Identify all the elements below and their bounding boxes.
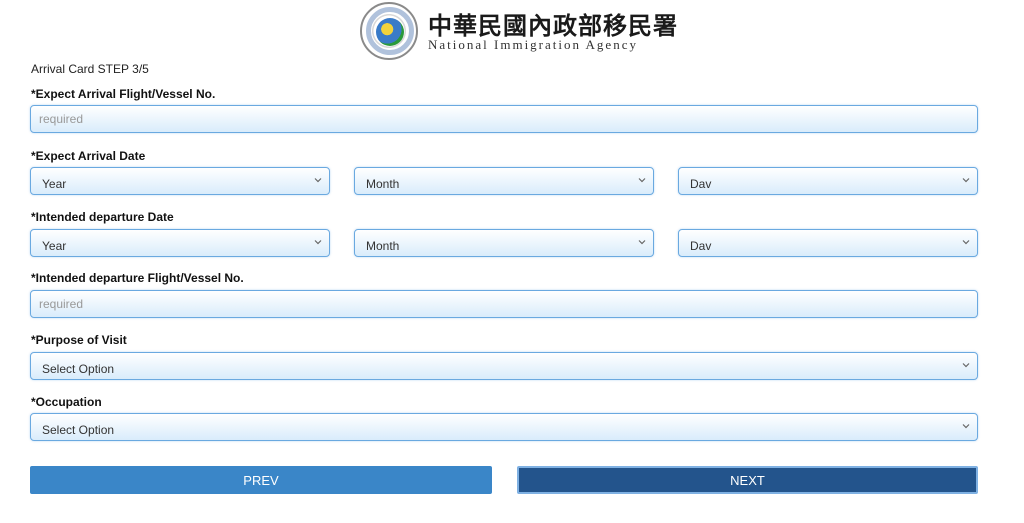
occupation-label: *Occupation	[31, 395, 102, 409]
departure-date-label: *Intended departure Date	[31, 210, 174, 224]
arrival-day-value: Dav	[690, 177, 712, 191]
departure-flight-label: *Intended departure Flight/Vessel No.	[31, 271, 244, 285]
chevron-down-icon	[962, 424, 970, 429]
arrival-year-select[interactable]: Year	[30, 167, 330, 195]
agency-name-chinese: 中華民國內政部移民署	[428, 11, 678, 40]
globe-icon	[376, 18, 404, 46]
next-button[interactable]: NEXT	[517, 466, 978, 494]
departure-year-value: Year	[42, 239, 67, 253]
chevron-down-icon	[962, 240, 970, 245]
arrival-flight-field[interactable]	[30, 105, 978, 133]
chevron-down-icon	[962, 363, 970, 368]
agency-header: 中華民國內政部移民署 National Immigration Agency	[360, 2, 677, 60]
chevron-down-icon	[962, 178, 970, 183]
chevron-down-icon	[314, 240, 322, 245]
departure-month-value: Month	[366, 239, 400, 253]
arrival-month-value: Month	[366, 177, 400, 191]
chevron-down-icon	[638, 178, 646, 183]
occupation-select[interactable]: Select Option	[30, 413, 978, 441]
arrival-flight-label: *Expect Arrival Flight/Vessel No.	[31, 87, 216, 101]
departure-flight-input[interactable]	[31, 291, 977, 317]
purpose-value: Select Option	[42, 362, 115, 376]
departure-day-select[interactable]: Dav	[678, 229, 978, 257]
departure-year-select[interactable]: Year	[30, 229, 330, 257]
agency-seal-icon	[360, 2, 418, 60]
arrival-date-label: *Expect Arrival Date	[31, 149, 146, 163]
arrival-day-select[interactable]: Dav	[678, 167, 978, 195]
arrival-month-select[interactable]: Month	[354, 167, 654, 195]
arrival-flight-input[interactable]	[31, 106, 977, 132]
prev-button[interactable]: PREV	[30, 466, 492, 494]
departure-flight-field[interactable]	[30, 290, 978, 318]
chevron-down-icon	[638, 240, 646, 245]
purpose-label: *Purpose of Visit	[31, 333, 127, 347]
occupation-value: Select Option	[42, 423, 115, 437]
departure-month-select[interactable]: Month	[354, 229, 654, 257]
agency-name-english: National Immigration Agency	[428, 37, 638, 52]
departure-day-value: Dav	[690, 239, 712, 253]
purpose-select[interactable]: Select Option	[30, 352, 978, 380]
step-indicator: Arrival Card STEP 3/5	[31, 62, 149, 76]
arrival-year-value: Year	[42, 177, 67, 191]
chevron-down-icon	[314, 178, 322, 183]
